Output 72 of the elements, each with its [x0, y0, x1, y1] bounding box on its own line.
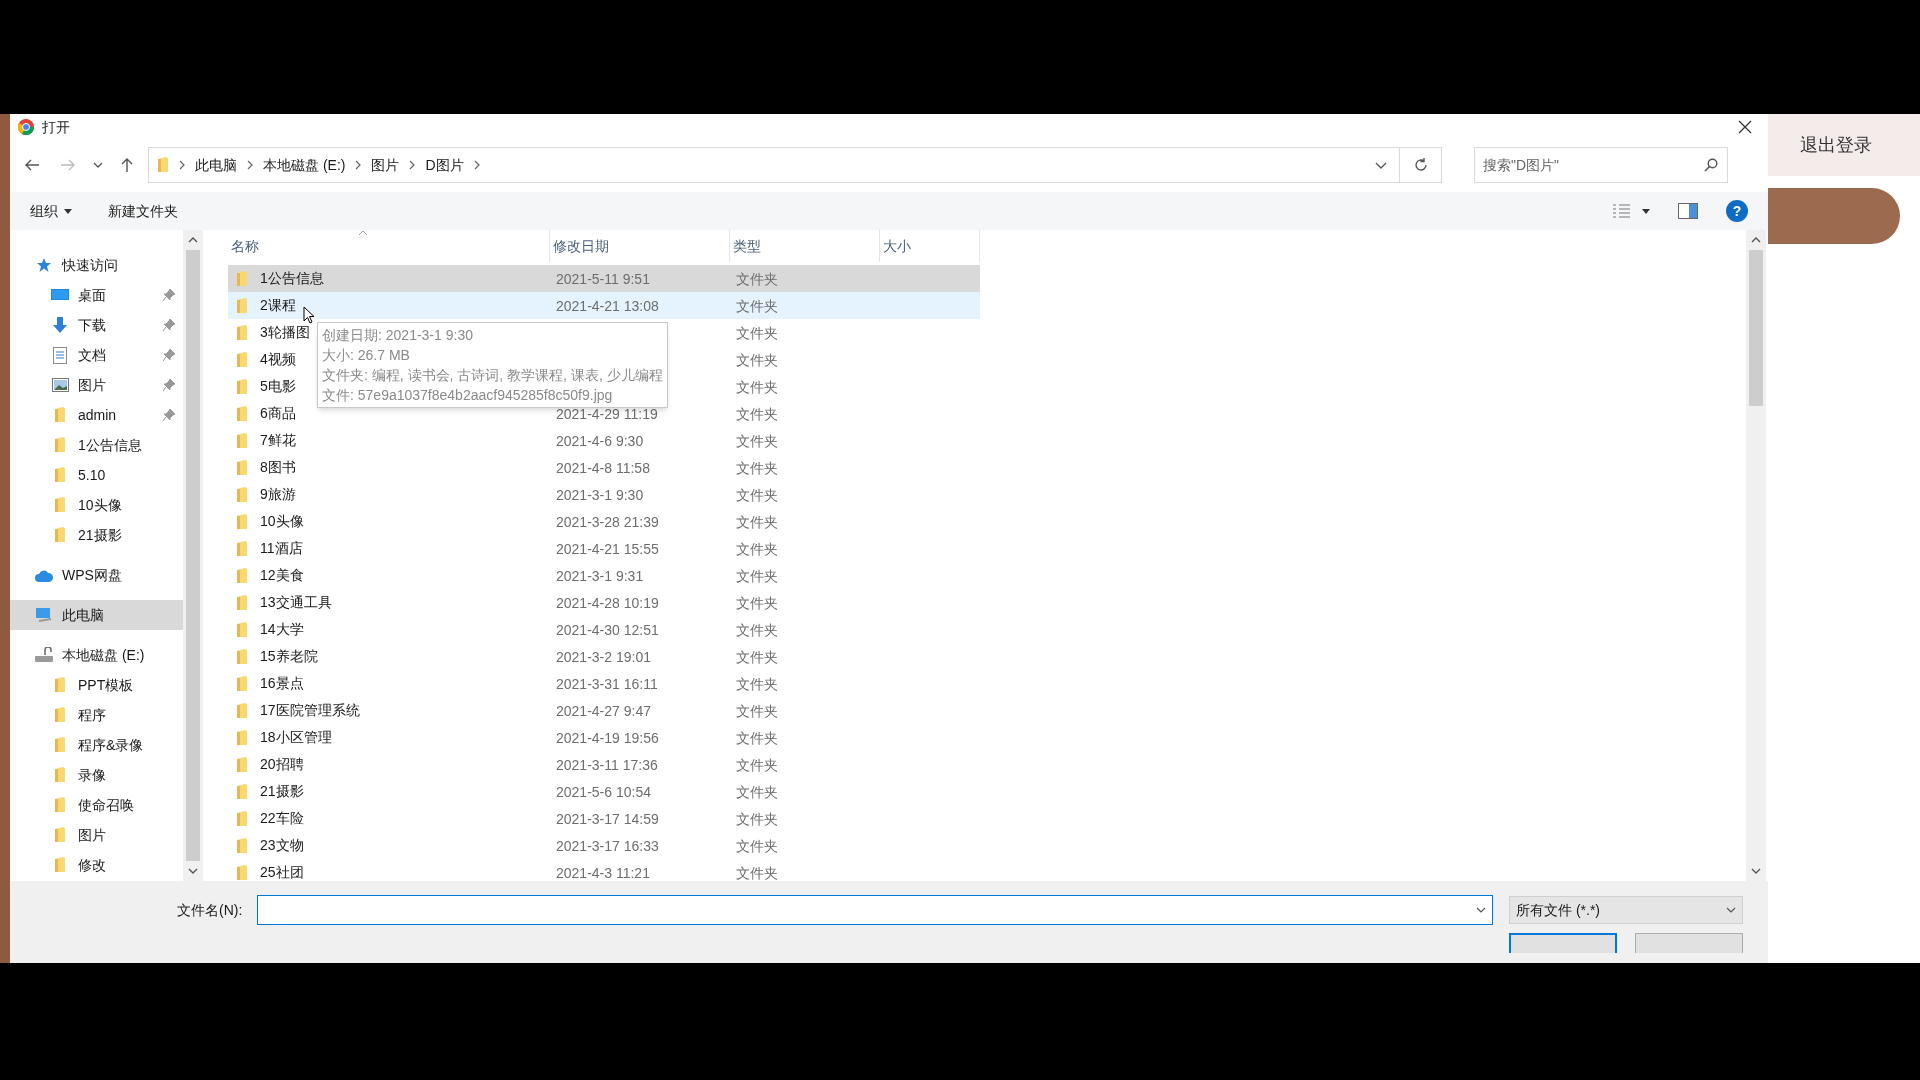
modified-date: 2021-4-27 9:47	[556, 702, 651, 719]
file-type: 文件夹	[736, 405, 778, 422]
file-name: 11酒店	[260, 539, 303, 558]
modified-date: 2021-4-29 11:19	[556, 405, 658, 422]
modified-date: 2021-5-11 9:51	[556, 270, 650, 287]
file-name: 18小区管理	[260, 728, 332, 747]
file-type: 文件夹	[736, 459, 778, 476]
file-name: 20招聘	[260, 755, 304, 774]
file-type: 文件夹	[736, 648, 778, 665]
modified-date: 2021-3-1 9:30	[556, 486, 644, 503]
file-type: 文件夹	[736, 513, 778, 530]
file-type: 文件夹	[736, 432, 778, 449]
file-name: 12美食	[260, 566, 304, 585]
file-type: 文件夹	[736, 297, 778, 314]
file-name: 1公告信息	[260, 269, 324, 288]
modified-date: 2021-4-30 12:51	[556, 621, 659, 638]
file-name: 9旅游	[260, 485, 296, 504]
file-name: 23文物	[260, 836, 304, 855]
modified-date: 2021-3-1 9:31	[556, 567, 644, 584]
modified-date: 2021-4-19 19:56	[556, 729, 659, 746]
file-type: 文件夹	[736, 675, 778, 692]
file-name: 3轮播图	[260, 323, 310, 342]
file-type: 文件夹	[736, 270, 778, 287]
file-name: 4视频	[260, 350, 296, 369]
file-name: 2课程	[260, 296, 296, 315]
file-type: 文件夹	[736, 486, 778, 503]
file-type: 文件夹	[736, 351, 778, 368]
tooltip-line: 大小: 26.7 MB	[322, 346, 411, 365]
modified-date: 2021-3-17 14:59	[556, 810, 659, 827]
file-name: 17医院管理系统	[260, 701, 360, 720]
modified-date: 2021-4-3 11:21	[556, 864, 650, 881]
file-type: 文件夹	[736, 837, 778, 854]
file-type: 文件夹	[736, 621, 778, 638]
file-type: 文件夹	[736, 378, 778, 395]
file-name: 21摄影	[260, 782, 304, 801]
modified-date: 2021-3-31 16:11	[556, 675, 658, 692]
modified-date: 2021-4-28 10:19	[556, 594, 659, 611]
file-type: 文件夹	[736, 756, 778, 773]
file-name: 13交通工具	[260, 593, 332, 612]
file-name: 16景点	[260, 674, 304, 693]
file-type: 文件夹	[736, 540, 778, 557]
file-name: 8图书	[260, 458, 296, 477]
modified-date: 2021-4-21 15:55	[556, 540, 659, 557]
file-name: 15养老院	[260, 647, 318, 666]
file-type: 文件夹	[736, 594, 778, 611]
file-type: 文件夹	[736, 864, 778, 881]
tooltip-line: 创建日期: 2021-3-1 9:30	[322, 326, 474, 345]
file-name: 5电影	[260, 377, 296, 396]
tooltip-line: 文件: 57e9a1037f8e4b2aacf945285f8c50f9.jpg	[322, 386, 614, 405]
modified-date: 2021-3-2 19:01	[556, 648, 651, 665]
modified-date: 2021-4-6 9:30	[556, 432, 644, 449]
file-type: 文件夹	[736, 729, 778, 746]
file-name: 6商品	[260, 404, 296, 423]
file-name: 25社团	[260, 863, 304, 882]
file-type: 文件夹	[736, 702, 778, 719]
modified-date: 2021-3-17 16:33	[556, 837, 659, 854]
file-type: 文件夹	[736, 810, 778, 827]
modified-date: 2021-3-11 17:36	[556, 756, 658, 773]
filename-label: 文件名(N):	[177, 900, 244, 920]
file-name: 14大学	[260, 620, 304, 639]
file-name: 10头像	[260, 512, 304, 531]
modified-date: 2021-4-8 11:58	[556, 459, 650, 476]
modified-date: 2021-5-6 10:54	[556, 783, 651, 800]
file-name: 7鲜花	[260, 431, 296, 450]
tooltip-line: 文件夹: 编程, 读书会, 古诗词, 教学课程, 课表, 少儿编程	[322, 366, 663, 385]
modified-date: 2021-4-21 13:08	[556, 297, 659, 314]
modified-date: 2021-3-28 21:39	[556, 513, 659, 530]
window-title: 打开	[42, 117, 70, 137]
file-type: 文件夹	[736, 783, 778, 800]
file-name: 22车险	[260, 809, 304, 828]
file-type: 文件夹	[736, 324, 778, 341]
file-type: 文件夹	[736, 567, 778, 584]
